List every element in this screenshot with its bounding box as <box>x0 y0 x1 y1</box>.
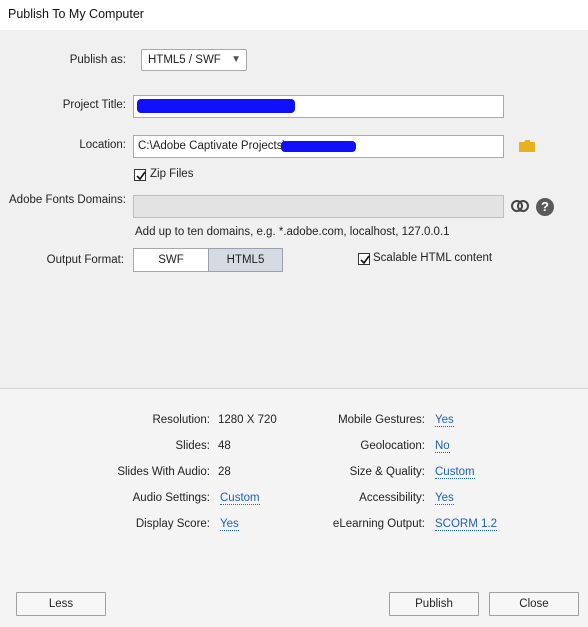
summary-label: Resolution: <box>152 414 210 426</box>
summary-label: Accessibility: <box>359 492 425 504</box>
project-title-input[interactable] <box>133 95 504 118</box>
summary-value: 1280 X 720 <box>218 414 277 426</box>
accessibility-link[interactable]: Yes <box>435 492 454 505</box>
publish-as-value: HTML5 / SWF <box>148 54 221 66</box>
scalable-html-checkbox[interactable] <box>358 253 370 265</box>
redaction-mark <box>137 99 295 113</box>
summary-value: 48 <box>218 440 231 452</box>
scalable-html-label: Scalable HTML content <box>373 252 493 264</box>
summary-label: eLearning Output: <box>332 518 425 530</box>
window-title: Publish To My Computer <box>8 7 144 21</box>
size-quality-link[interactable]: Custom <box>435 466 475 479</box>
output-format-swf[interactable]: SWF <box>133 248 209 272</box>
publish-as-label: Publish as: <box>69 54 126 66</box>
fonts-domains-label: Adobe Fonts Domains: <box>9 194 126 206</box>
publish-as-select[interactable]: HTML5 / SWF ▼ <box>141 49 247 71</box>
output-format-label: Output Format: <box>46 254 124 266</box>
publish-button[interactable]: Publish <box>389 592 479 616</box>
zip-files-checkbox[interactable] <box>134 169 146 181</box>
summary-label: Size & Quality: <box>349 466 425 478</box>
section-divider <box>0 388 588 389</box>
creative-cloud-icon[interactable] <box>510 198 530 214</box>
display-score-link[interactable]: Yes <box>220 518 239 531</box>
close-button[interactable]: Close <box>489 592 579 616</box>
project-title-label: Project Title: <box>62 99 126 111</box>
folder-icon[interactable] <box>518 139 536 153</box>
summary-value: 28 <box>218 466 231 478</box>
summary-label: Slides With Audio: <box>117 466 210 478</box>
location-label: Location: <box>79 139 126 151</box>
help-icon[interactable]: ? <box>536 198 554 216</box>
location-value: C:\Adobe Captivate Projects\ <box>138 140 286 152</box>
redaction-mark <box>281 141 356 152</box>
output-format-html5[interactable]: HTML5 <box>208 248 283 272</box>
location-input[interactable]: C:\Adobe Captivate Projects\ <box>133 135 504 158</box>
chevron-down-icon: ▼ <box>231 54 241 65</box>
summary-label: Geolocation: <box>360 440 425 452</box>
elearning-output-link[interactable]: SCORM 1.2 <box>435 518 497 531</box>
less-button[interactable]: Less <box>16 592 106 616</box>
geolocation-link[interactable]: No <box>435 440 450 453</box>
audio-settings-link[interactable]: Custom <box>220 492 260 505</box>
fonts-domains-input[interactable] <box>133 195 504 218</box>
summary-label: Display Score: <box>135 518 210 530</box>
summary-label: Mobile Gestures: <box>338 414 425 426</box>
summary-label: Slides: <box>175 440 210 452</box>
fonts-domains-hint: Add up to ten domains, e.g. *.adobe.com,… <box>135 226 450 238</box>
mobile-gestures-link[interactable]: Yes <box>435 414 454 427</box>
summary-label: Audio Settings: <box>132 492 210 504</box>
zip-files-label: Zip Files <box>150 168 194 180</box>
